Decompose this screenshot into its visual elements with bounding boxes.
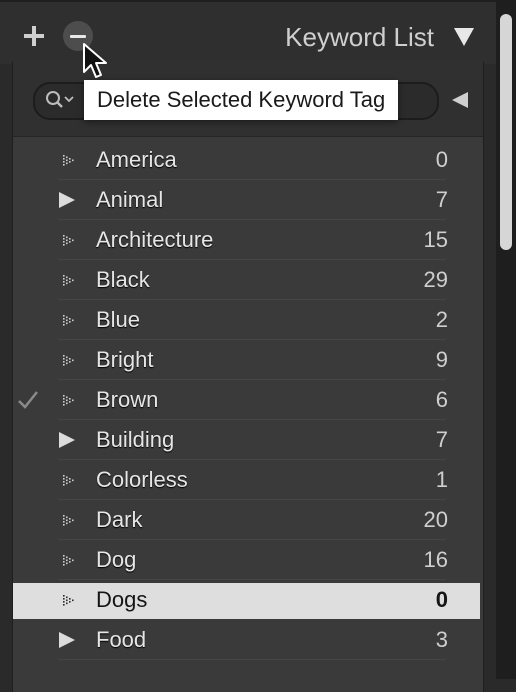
expand-triangle-icon[interactable] <box>59 192 75 208</box>
keyword-row[interactable]: Colorless 1 <box>0 460 482 500</box>
search-icon[interactable] <box>45 89 75 109</box>
keyword-row[interactable]: Dark 20 <box>0 500 482 540</box>
keyword-dots-icon <box>63 595 74 606</box>
scrollbar-thumb[interactable] <box>500 14 512 250</box>
keyword-row[interactable]: Brown 6 <box>0 380 482 420</box>
keyword-count: 2 <box>435 307 448 332</box>
keyword-name: Black <box>96 267 150 292</box>
plus-icon <box>24 26 44 46</box>
keyword-count: 0 <box>435 587 448 612</box>
keyword-dots-icon <box>63 315 74 326</box>
keyword-dots-icon <box>63 475 74 486</box>
keyword-count: 16 <box>423 547 448 572</box>
keyword-row[interactable]: America 0 <box>0 140 482 180</box>
selection-highlight <box>13 583 480 619</box>
add-keyword-button[interactable] <box>18 20 50 52</box>
keyword-count: 20 <box>423 507 448 532</box>
keyword-dots-icon <box>63 355 74 366</box>
keyword-count: 6 <box>435 387 448 412</box>
row-divider <box>58 659 446 660</box>
keyword-count: 0 <box>435 147 448 172</box>
keyword-name: Dark <box>96 507 143 532</box>
keyword-count: 29 <box>423 267 448 292</box>
tooltip: Delete Selected Keyword Tag <box>84 80 399 120</box>
keyword-name: America <box>96 147 177 172</box>
keyword-row[interactable]: Blue 2 <box>0 300 482 340</box>
keyword-count: 9 <box>435 347 448 372</box>
keyword-name: Animal <box>96 187 164 212</box>
keyword-row[interactable]: Black 29 <box>0 260 482 300</box>
keyword-row[interactable]: Animal 7 <box>0 180 482 220</box>
keyword-row[interactable]: Food 3 <box>0 620 482 660</box>
keyword-row[interactable]: Architecture 15 <box>0 220 482 260</box>
mouse-cursor-icon <box>83 43 107 78</box>
keyword-name: Food <box>96 627 147 652</box>
keyword-row[interactable]: Building 7 <box>0 420 482 460</box>
triangle-left-icon[interactable] <box>452 92 468 108</box>
keyword-row[interactable]: Dog 16 <box>0 540 482 580</box>
expand-triangle-icon[interactable] <box>59 632 75 648</box>
scrollbar[interactable] <box>496 0 516 679</box>
keyword-row[interactable]: Bright 9 <box>0 340 482 380</box>
keyword-dots-icon <box>63 235 74 246</box>
keyword-name: Dogs <box>96 587 148 612</box>
keyword-count: 7 <box>435 187 448 212</box>
keyword-name: Architecture <box>96 227 214 252</box>
panel-title: Keyword List <box>285 22 434 52</box>
keyword-name: Building <box>96 427 175 452</box>
keyword-count: 3 <box>435 627 448 652</box>
keyword-name: Colorless <box>96 467 188 492</box>
keyword-count: 15 <box>423 227 448 252</box>
checkmark-icon[interactable] <box>17 390 39 410</box>
keyword-list: America 0 Animal 7 Architecture 15 Black 29 Blue… <box>0 140 482 660</box>
keyword-count: 7 <box>435 427 448 452</box>
keyword-count: 1 <box>435 467 448 492</box>
keyword-name: Dog <box>96 547 137 572</box>
triangle-down-icon[interactable] <box>454 28 474 46</box>
keyword-name: Brown <box>96 387 159 412</box>
expand-triangle-icon[interactable] <box>59 432 75 448</box>
keyword-dots-icon <box>63 515 74 526</box>
keyword-dots-icon <box>63 275 74 286</box>
keyword-dots-icon <box>63 555 74 566</box>
keyword-dots-icon <box>63 155 74 166</box>
keyword-name: Blue <box>96 307 141 332</box>
keyword-dots-icon <box>63 395 74 406</box>
panel-header: Keyword List <box>0 0 496 64</box>
keyword-name: Bright <box>96 347 154 372</box>
keyword-row[interactable]: Dogs 0 <box>0 580 482 620</box>
